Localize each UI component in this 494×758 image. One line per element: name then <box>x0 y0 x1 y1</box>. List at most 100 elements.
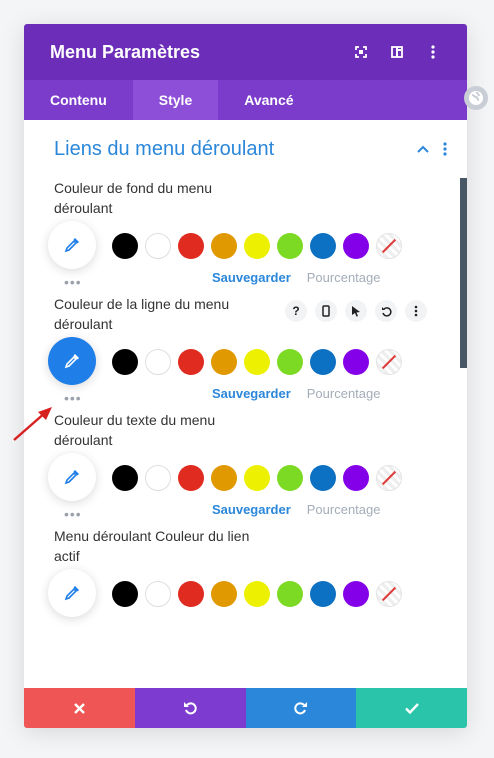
redo-button[interactable] <box>245 688 357 728</box>
color-swatch[interactable] <box>310 349 336 375</box>
settings-modal: Menu Paramètres Contenu Style Avancé Lie… <box>24 24 467 728</box>
eyedropper-icon <box>64 354 79 369</box>
reset-icon[interactable] <box>375 300 397 322</box>
color-swatch[interactable] <box>112 465 138 491</box>
modal-footer <box>24 688 467 728</box>
color-row <box>48 566 467 626</box>
color-swatch[interactable] <box>244 233 270 259</box>
color-swatch[interactable] <box>343 581 369 607</box>
chevron-up-icon[interactable] <box>417 145 429 153</box>
pointer-arrow-icon <box>13 407 52 441</box>
color-swatch[interactable] <box>277 465 303 491</box>
field-group: Couleur de fond du menu déroulant ••• Sa… <box>24 178 467 290</box>
color-swatch[interactable] <box>343 465 369 491</box>
field-group: Menu déroulant Couleur du lien actif <box>24 526 467 626</box>
color-swatch[interactable] <box>178 465 204 491</box>
color-swatch[interactable] <box>112 233 138 259</box>
color-swatch[interactable] <box>244 581 270 607</box>
swatch-list <box>112 465 402 491</box>
hover-cursor-icon[interactable] <box>345 300 367 322</box>
field-label: Couleur du texte du menu déroulant <box>54 412 216 448</box>
tab-avance[interactable]: Avancé <box>218 80 319 120</box>
color-swatch[interactable] <box>211 233 237 259</box>
modal-header: Menu Paramètres <box>24 24 467 80</box>
color-swatch[interactable] <box>244 465 270 491</box>
undo-icon <box>184 702 197 715</box>
color-swatch[interactable] <box>343 349 369 375</box>
color-swatch[interactable] <box>145 349 171 375</box>
eyedropper-icon <box>64 586 79 601</box>
mobile-icon[interactable] <box>315 300 337 322</box>
color-swatch[interactable] <box>145 233 171 259</box>
color-picker-button[interactable] <box>48 221 96 269</box>
section-icons <box>417 142 447 156</box>
no-color-swatch[interactable] <box>376 581 402 607</box>
percent-link[interactable]: Pourcentage <box>307 502 381 517</box>
no-color-swatch[interactable] <box>376 233 402 259</box>
split-view-icon[interactable] <box>379 24 415 80</box>
modal-title: Menu Paramètres <box>50 41 201 62</box>
picker-actions: Sauvegarder Pourcentage <box>212 270 381 285</box>
color-swatch[interactable] <box>211 349 237 375</box>
color-swatch[interactable] <box>112 349 138 375</box>
color-picker-button[interactable] <box>48 337 96 385</box>
help-icon[interactable]: ? <box>285 300 307 322</box>
save-color-link[interactable]: Sauvegarder <box>212 270 291 285</box>
more-dots-icon[interactable]: ••• <box>64 274 82 290</box>
color-picker-button[interactable] <box>48 569 96 617</box>
color-swatch[interactable] <box>178 581 204 607</box>
color-swatch[interactable] <box>277 581 303 607</box>
field-group: Couleur du texte du menu déroulant ••• S… <box>24 410 467 522</box>
color-row: ••• Sauvegarder Pourcentage <box>48 450 467 522</box>
field-more-icon[interactable] <box>405 300 427 322</box>
color-swatch[interactable] <box>310 581 336 607</box>
save-color-link[interactable]: Sauvegarder <box>212 502 291 517</box>
no-color-swatch[interactable] <box>376 349 402 375</box>
color-swatch[interactable] <box>310 465 336 491</box>
save-color-link[interactable]: Sauvegarder <box>212 386 291 401</box>
eyedropper-icon <box>64 238 79 253</box>
tab-contenu[interactable]: Contenu <box>24 80 133 120</box>
field-group: Couleur de la ligne du menu déroulant ? <box>24 294 467 406</box>
percent-link[interactable]: Pourcentage <box>307 270 381 285</box>
swatch-list <box>112 233 402 259</box>
eyedropper-icon <box>64 470 79 485</box>
color-swatch[interactable] <box>178 349 204 375</box>
field-label: Couleur de fond du menu déroulant <box>54 180 212 216</box>
save-button[interactable] <box>356 688 467 728</box>
color-swatch[interactable] <box>211 465 237 491</box>
section-header[interactable]: Liens du menu déroulant <box>24 120 467 178</box>
color-swatch[interactable] <box>178 233 204 259</box>
color-swatch[interactable] <box>244 349 270 375</box>
field-toolbar: ? <box>285 300 427 322</box>
header-icons <box>343 24 451 80</box>
more-vertical-icon[interactable] <box>415 24 451 80</box>
tab-style[interactable]: Style <box>132 80 219 120</box>
section-title: Liens du menu déroulant <box>54 137 275 160</box>
no-color-swatch[interactable] <box>376 465 402 491</box>
more-dots-icon[interactable]: ••• <box>64 506 82 522</box>
color-swatch[interactable] <box>211 581 237 607</box>
undo-button[interactable] <box>134 688 246 728</box>
more-dots-icon[interactable]: ••• <box>64 390 82 406</box>
color-swatch[interactable] <box>310 233 336 259</box>
field-label: Menu déroulant Couleur du lien actif <box>54 528 250 564</box>
color-row: ••• Sauvegarder Pourcentage <box>48 218 467 290</box>
field-label: Couleur de la ligne du menu déroulant <box>54 296 230 332</box>
color-picker-button[interactable] <box>48 453 96 501</box>
color-swatch[interactable] <box>145 581 171 607</box>
fullscreen-icon[interactable] <box>343 24 379 80</box>
redo-icon <box>294 702 307 715</box>
color-swatch[interactable] <box>112 581 138 607</box>
color-swatch[interactable] <box>343 233 369 259</box>
color-swatch[interactable] <box>277 349 303 375</box>
cancel-button[interactable] <box>24 688 135 728</box>
checkmark-icon <box>404 702 419 714</box>
section-more-icon[interactable] <box>443 142 447 156</box>
close-icon <box>74 702 85 714</box>
percent-link[interactable]: Pourcentage <box>307 386 381 401</box>
globe-icon[interactable] <box>464 86 488 110</box>
swatch-list <box>112 349 402 375</box>
color-swatch[interactable] <box>145 465 171 491</box>
color-swatch[interactable] <box>277 233 303 259</box>
